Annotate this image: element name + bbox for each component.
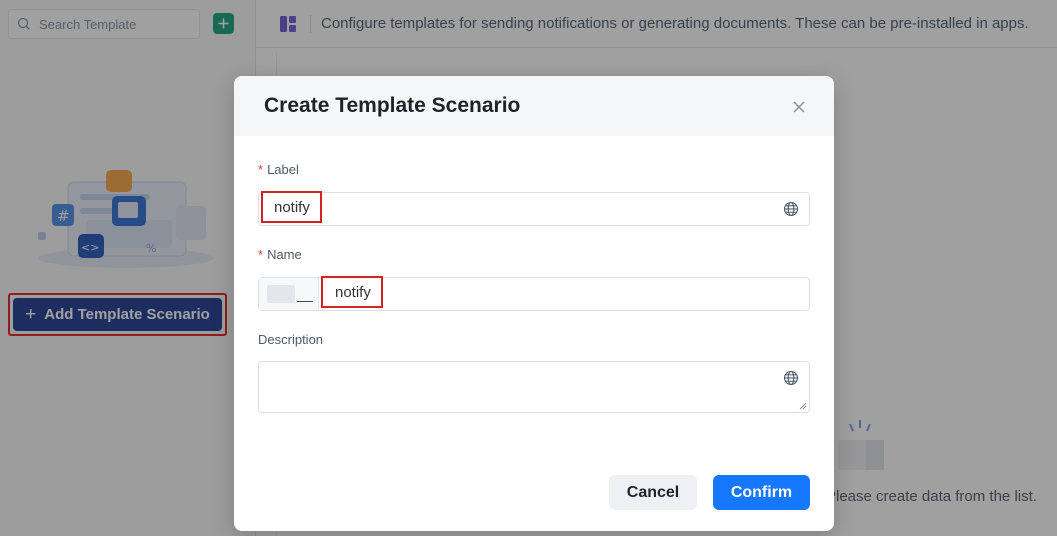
required-mark: * <box>258 162 264 177</box>
name-prefix-placeholder <box>267 285 295 303</box>
globe-icon[interactable] <box>783 370 799 386</box>
confirm-button[interactable]: Confirm <box>713 475 810 510</box>
name-prefix: __ <box>259 278 319 310</box>
name-prefix-separator: __ <box>297 286 313 302</box>
name-input-value[interactable]: notify <box>321 276 383 308</box>
description-textarea[interactable] <box>258 361 810 413</box>
name-input[interactable]: __ notify <box>258 276 810 311</box>
label-field-label: * Label <box>258 162 299 177</box>
label-field-text: Label <box>267 162 299 177</box>
cancel-button[interactable]: Cancel <box>609 475 697 510</box>
description-field-label: Description <box>258 332 323 347</box>
close-icon[interactable] <box>792 100 806 114</box>
dialog-title: Create Template Scenario <box>264 94 521 117</box>
globe-icon[interactable] <box>783 201 799 217</box>
dialog-header: Create Template Scenario <box>234 76 834 136</box>
resize-handle-icon[interactable] <box>799 402 807 410</box>
required-mark: * <box>258 247 264 262</box>
label-input-value[interactable]: notify <box>261 191 322 223</box>
name-field-label: * Name <box>258 247 302 262</box>
name-field-text: Name <box>267 247 302 262</box>
create-template-scenario-dialog: Create Template Scenario * Label notify *… <box>234 76 834 531</box>
label-input[interactable]: notify <box>258 191 810 226</box>
description-field-text: Description <box>258 332 324 347</box>
